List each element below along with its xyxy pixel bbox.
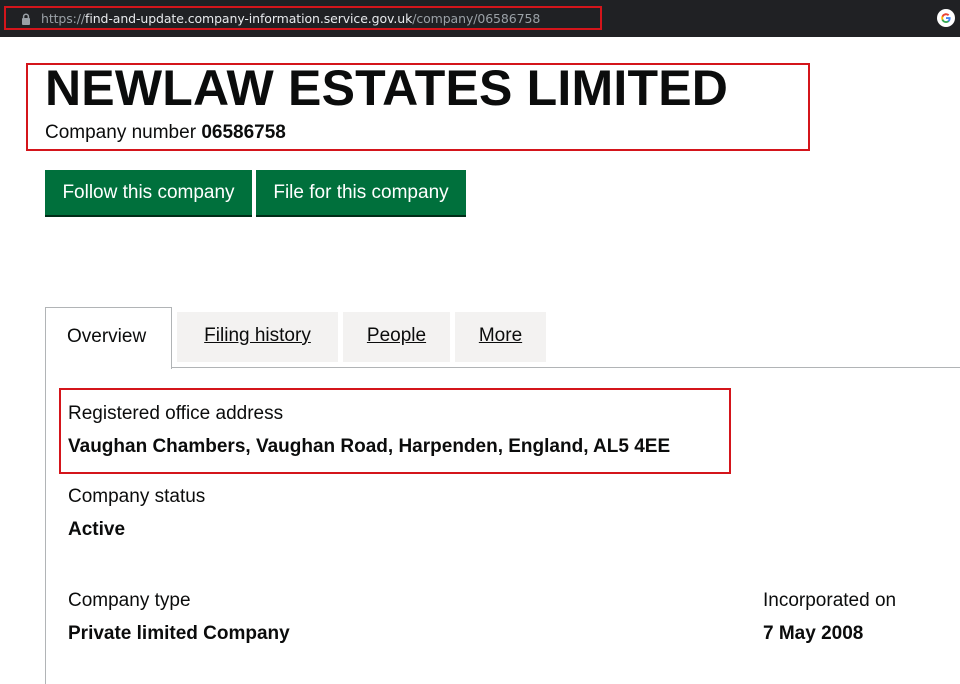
tab-filing-history[interactable]: Filing history (177, 312, 338, 362)
url-path: /company/06586758 (412, 11, 541, 26)
browser-toolbar: https://find-and-update.company-informat… (0, 0, 960, 37)
tab-overview[interactable]: Overview (45, 307, 172, 369)
tab-label: People (366, 325, 427, 346)
company-status-value: Active (68, 519, 126, 540)
google-icon[interactable] (937, 9, 955, 27)
registered-office-address: Vaughan Chambers, Vaughan Road, Harpende… (68, 436, 671, 457)
url-text: https://find-and-update.company-informat… (41, 11, 540, 27)
company-status-label: Company status (68, 486, 206, 507)
tab-label: More (478, 325, 523, 346)
tab-label: Overview (67, 326, 147, 347)
url-scheme: https:// (41, 11, 86, 26)
url-host: find-and-update.company-information.serv… (85, 11, 413, 26)
incorporated-value: 7 May 2008 (763, 623, 864, 644)
follow-company-button[interactable]: Follow this company (45, 170, 252, 217)
company-type-value: Private limited Company (68, 623, 290, 644)
registered-office-label: Registered office address (68, 403, 284, 424)
tab-label: Filing history (204, 325, 311, 346)
company-number: 06586758 (201, 122, 286, 143)
company-name: NEWLAW ESTATES LIMITED (45, 60, 729, 116)
panel-border (45, 367, 46, 684)
address-highlight (59, 388, 731, 474)
address-bar[interactable]: https://find-and-update.company-informat… (4, 6, 602, 30)
company-number-label: Company number (45, 122, 197, 143)
company-number-line: Company number 06586758 (45, 122, 286, 144)
incorporated-label: Incorporated on (763, 590, 897, 611)
tab-more[interactable]: More (455, 312, 546, 362)
company-type-label: Company type (68, 590, 191, 611)
lock-icon (22, 13, 30, 25)
file-for-company-button[interactable]: File for this company (256, 170, 466, 217)
tabs-divider (172, 367, 960, 368)
tab-people[interactable]: People (343, 312, 450, 362)
